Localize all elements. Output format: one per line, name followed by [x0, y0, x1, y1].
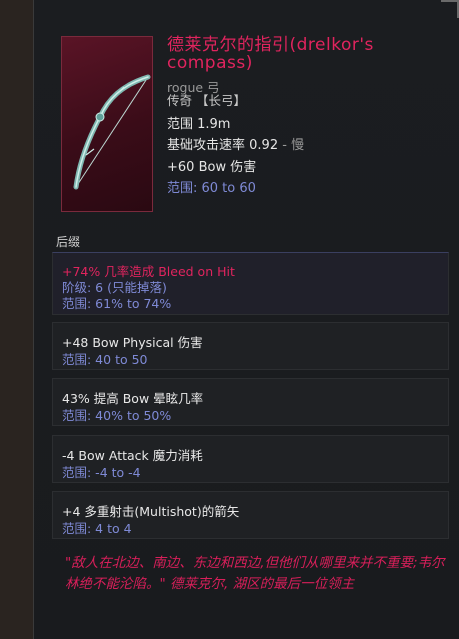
affix-row: +74% 几率造成 Bleed on Hit 阶级: 6 (只能掉落) 范围: …	[52, 252, 449, 315]
affix-row: +4 多重射击(Multishot)的箭矢 范围: 4 to 4	[52, 491, 449, 539]
affix-range: 范围: 40% to 50%	[62, 408, 172, 423]
item-range: 范围 1.9m	[167, 117, 231, 132]
bow-icon	[73, 74, 151, 190]
item-tooltip: 德莱克尔的指引(drelkor's compass) rogue 弓 传奇 【长…	[33, 0, 459, 639]
attack-speed-label: 基础攻击速率	[167, 138, 246, 153]
affix-range: 范围: 40 to 50	[62, 352, 148, 367]
affix-row: 43% 提高 Bow 晕眩几率 范围: 40% to 50%	[52, 378, 449, 426]
base-damage: +60 Bow 伤害	[167, 160, 257, 175]
affixes-label: 后缀	[56, 235, 81, 249]
item-name: 德莱克尔的指引(drelkor's compass)	[167, 35, 374, 73]
item-rarity: 传奇 【长弓】	[167, 93, 246, 108]
base-damage-range: 范围: 60 to 60	[167, 181, 256, 196]
item-header: 德莱克尔的指引(drelkor's compass) rogue 弓 传奇 【长…	[34, 0, 459, 232]
item-lore: "敌人在北边、南边、东边和西边,但他们从哪里来并不重要;韦尔林绝不能沦陷。" 德…	[65, 555, 445, 592]
attack-speed-value: 0.92	[249, 138, 279, 153]
attack-speed-suffix: - 慢	[282, 138, 305, 153]
attack-speed: 基础攻击速率 0.92 - 慢	[167, 134, 304, 153]
affix-range: 范围: 61% to 74%	[62, 296, 172, 311]
affix-row: -4 Bow Attack 魔力消耗 范围: -4 to -4	[52, 435, 449, 483]
affix-range: 范围: -4 to -4	[62, 465, 141, 480]
affix-row: +48 Bow Physical 伤害 范围: 40 to 50	[52, 322, 449, 370]
affix-range: 范围: 4 to 4	[62, 521, 132, 536]
item-image-frame	[61, 36, 153, 212]
